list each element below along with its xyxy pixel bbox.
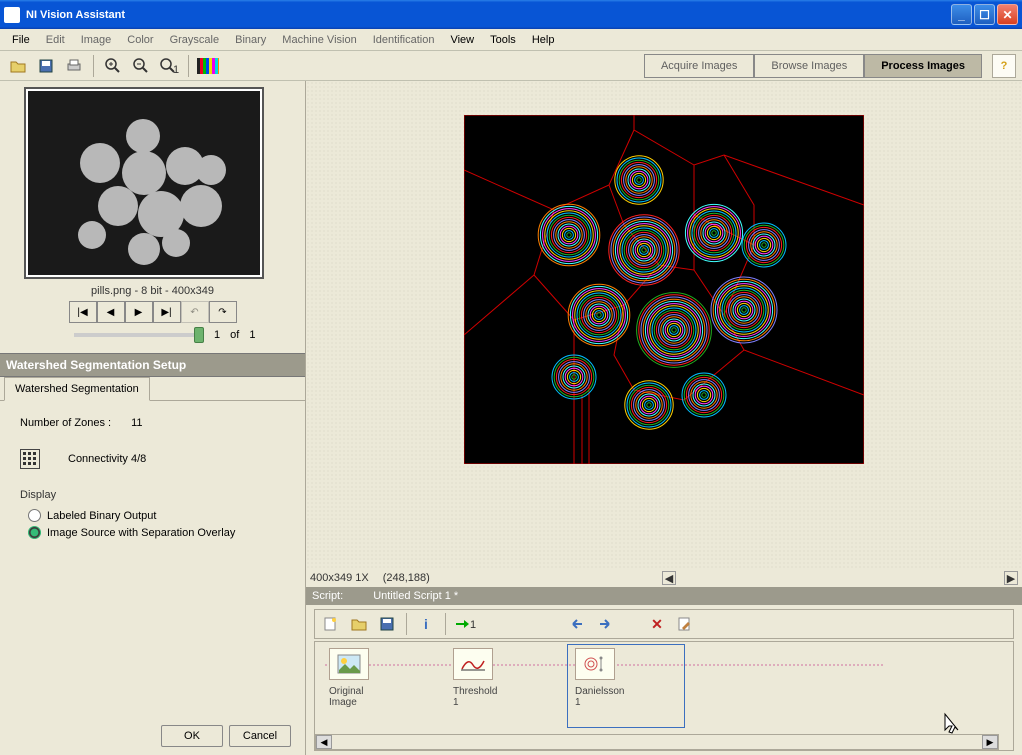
right-panel: 400x349 1X (248,188) ◀ ▶ Script: Untitle…: [306, 81, 1022, 755]
script-name: Untitled Script 1 *: [373, 590, 458, 602]
nav-next-button[interactable]: ▶: [125, 301, 153, 323]
menu-view[interactable]: View: [442, 31, 482, 49]
menu-edit[interactable]: Edit: [38, 31, 73, 49]
canvas-vscroll[interactable]: [1006, 60, 1020, 555]
step-danielsson[interactable]: Danielsson 1: [575, 648, 617, 708]
hscroll-right-button[interactable]: ▶: [982, 735, 998, 749]
tab-process[interactable]: Process Images: [864, 54, 982, 78]
mode-tabs: Acquire Images Browse Images Process Ima…: [644, 54, 982, 78]
step-label-2: Danielsson 1: [575, 686, 617, 708]
script-new-button[interactable]: [319, 612, 343, 636]
save-button[interactable]: [34, 54, 58, 78]
nav-last-button[interactable]: ▶|: [153, 301, 181, 323]
step-threshold[interactable]: Threshold 1: [453, 648, 495, 708]
menu-tools[interactable]: Tools: [482, 31, 524, 49]
step-label-0: Original Image: [329, 686, 371, 708]
page-slider[interactable]: [74, 333, 204, 337]
radio-overlay-label: Image Source with Separation Overlay: [47, 527, 235, 539]
script-step-back-button[interactable]: [565, 612, 589, 636]
maximize-button[interactable]: ☐: [974, 4, 995, 25]
page-current: 1: [214, 329, 220, 341]
setup-header: Watershed Segmentation Setup: [0, 353, 305, 377]
step-label-1: Threshold 1: [453, 686, 495, 708]
step-original-image[interactable]: Original Image: [329, 648, 371, 708]
tab-browse[interactable]: Browse Images: [754, 54, 864, 78]
toolbar: 1:1 Acquire Images Browse Images Process…: [0, 51, 1022, 81]
original-image-icon: [329, 648, 369, 680]
canvas-area: [306, 81, 1022, 569]
menu-grayscale[interactable]: Grayscale: [162, 31, 228, 49]
radio-labeled-binary-label: Labeled Binary Output: [47, 510, 156, 522]
radio-overlay-input[interactable]: [28, 526, 41, 539]
hscroll-right-icon[interactable]: ▶: [1004, 571, 1018, 585]
zoom-in-button[interactable]: [101, 54, 125, 78]
app-icon: [4, 7, 20, 23]
menubar: File Edit Image Color Grayscale Binary M…: [0, 29, 1022, 51]
thumbnail-frame: [24, 87, 264, 279]
titlebar: NI Vision Assistant _ ☐ ✕: [0, 0, 1022, 29]
window-title: NI Vision Assistant: [26, 9, 125, 21]
zones-label: Number of Zones :: [20, 417, 111, 429]
danielsson-icon: [575, 648, 615, 680]
hscroll-left-icon[interactable]: ◀: [662, 571, 676, 585]
svg-text:1:1: 1:1: [173, 64, 179, 75]
nav-redo-button[interactable]: ↷: [209, 301, 237, 323]
radio-overlay[interactable]: Image Source with Separation Overlay: [28, 526, 285, 539]
threshold-icon: [453, 648, 493, 680]
zoom-out-button[interactable]: [129, 54, 153, 78]
menu-file[interactable]: File: [4, 31, 38, 49]
script-step-fwd-button[interactable]: [593, 612, 617, 636]
menu-binary[interactable]: Binary: [227, 31, 274, 49]
close-button[interactable]: ✕: [997, 4, 1018, 25]
nav-first-button[interactable]: |◀: [69, 301, 97, 323]
status-dims: 400x349 1X: [310, 572, 369, 584]
ok-button[interactable]: OK: [161, 725, 223, 747]
radio-labeled-binary-input[interactable]: [28, 509, 41, 522]
cancel-button[interactable]: Cancel: [229, 725, 291, 747]
thumbnail-image: [28, 91, 260, 275]
script-info-button[interactable]: i: [414, 612, 438, 636]
zoom-11-button[interactable]: 1:1: [157, 54, 181, 78]
main-canvas[interactable]: [464, 115, 864, 464]
menu-help[interactable]: Help: [524, 31, 563, 49]
nav-prev-button[interactable]: ◀: [97, 301, 125, 323]
tab-acquire[interactable]: Acquire Images: [644, 54, 754, 78]
script-strip: Original Image Threshold 1 Danielsson 1 …: [314, 641, 1014, 751]
menu-color[interactable]: Color: [119, 31, 161, 49]
display-label: Display: [20, 489, 285, 501]
page-total: 1: [249, 329, 255, 341]
left-panel: pills.png - 8 bit - 400x349 |◀ ◀ ▶ ▶| ↶ …: [0, 81, 306, 755]
script-toolbar: i 1 ✕: [314, 609, 1014, 639]
minimize-button[interactable]: _: [951, 4, 972, 25]
svg-text:1: 1: [470, 619, 476, 631]
tab-watershed-segmentation[interactable]: Watershed Segmentation: [4, 377, 150, 401]
zones-value: 11: [131, 417, 142, 429]
connectivity-label: Connectivity 4/8: [68, 453, 146, 465]
hscroll-left-button[interactable]: ◀: [316, 735, 332, 749]
script-label: Script:: [312, 590, 343, 602]
menu-identification[interactable]: Identification: [365, 31, 443, 49]
menu-machine-vision[interactable]: Machine Vision: [274, 31, 364, 49]
nav-controls: |◀ ◀ ▶ ▶| ↶ ↷: [24, 301, 281, 323]
print-button[interactable]: [62, 54, 86, 78]
nav-undo-button[interactable]: ↶: [181, 301, 209, 323]
script-save-button[interactable]: [375, 612, 399, 636]
radio-labeled-binary[interactable]: Labeled Binary Output: [28, 509, 285, 522]
status-coords: (248,188): [383, 572, 430, 584]
script-open-button[interactable]: [347, 612, 371, 636]
palette-button[interactable]: [196, 54, 220, 78]
page-sep: of: [230, 329, 239, 341]
watershed-overlay: [464, 115, 864, 464]
thumbnail-caption: pills.png - 8 bit - 400x349: [24, 279, 281, 301]
script-run-once-button[interactable]: 1: [453, 612, 477, 636]
script-edit-button[interactable]: [673, 612, 697, 636]
script-hscroll[interactable]: ◀ ▶: [315, 734, 999, 750]
connectivity-icon[interactable]: [20, 449, 40, 469]
script-header: Script: Untitled Script 1 *: [306, 587, 1022, 605]
open-button[interactable]: [6, 54, 30, 78]
status-bar: 400x349 1X (248,188) ◀ ▶: [306, 569, 1022, 587]
menu-image[interactable]: Image: [73, 31, 120, 49]
script-delete-button[interactable]: ✕: [645, 612, 669, 636]
